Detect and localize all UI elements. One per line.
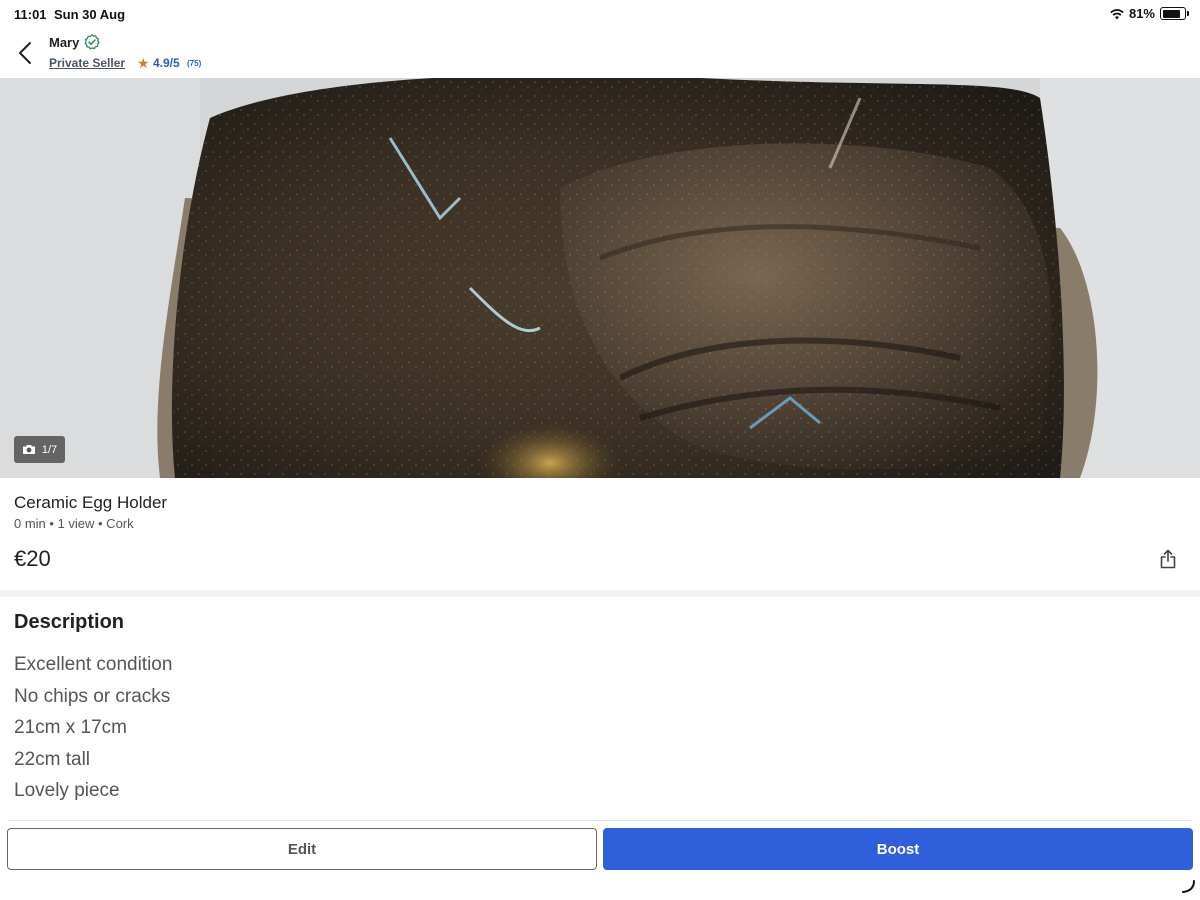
battery-percentage: 81% — [1128, 6, 1155, 21]
spinner-icon — [1182, 880, 1195, 893]
status-indicators: 81% — [1110, 6, 1189, 21]
seller-name[interactable]: Mary — [49, 35, 79, 50]
battery-icon — [1160, 7, 1189, 20]
listing-title: Ceramic Egg Holder — [14, 493, 168, 512]
status-time: 11:01 — [14, 7, 47, 22]
description-text: Excellent condition No chips or cracks 2… — [14, 653, 172, 811]
description-line: Lovely piece — [14, 780, 120, 801]
battery-fill — [1162, 9, 1180, 18]
rating-count: (75) — [187, 59, 202, 68]
chevron-left-icon — [19, 42, 31, 64]
back-button[interactable] — [14, 40, 38, 66]
photo-counter: 1/7 — [14, 436, 65, 463]
verified-check-icon — [84, 34, 100, 50]
actions-divider — [8, 820, 1192, 821]
listing-photo[interactable]: 1/7 — [0, 78, 1200, 478]
camera-icon — [22, 445, 35, 454]
seller-type-link[interactable]: Private Seller — [49, 56, 125, 70]
description-line: No chips or cracks — [14, 685, 171, 707]
description-line: 22cm tall — [14, 748, 91, 770]
photo-image — [0, 78, 1200, 478]
description-heading: Description — [14, 611, 125, 633]
boost-button[interactable]: Boost — [603, 828, 1193, 870]
description-line: Excellent condition — [14, 654, 173, 675]
seller-header: Mary Private Seller ★ 4.9/5 (75) — [0, 28, 1200, 78]
wifi-icon — [1110, 8, 1124, 19]
star-icon: ★ — [137, 55, 150, 71]
status-date: Sun 30 Aug — [54, 7, 126, 22]
seller-rating[interactable]: 4.9/5 — [153, 56, 180, 70]
edit-button[interactable]: Edit — [7, 828, 597, 870]
share-button[interactable] — [1159, 549, 1177, 569]
section-divider — [0, 590, 1200, 597]
listing-price: €20 — [14, 546, 51, 571]
photo-counter-text: 1/7 — [41, 443, 58, 456]
listing-meta: 0 min • 1 view • Cork — [14, 516, 134, 531]
status-bar: 11:01 Sun 30 Aug 81% — [0, 0, 1200, 28]
share-icon — [1160, 549, 1176, 569]
description-line: 21cm x 17cm — [14, 717, 127, 738]
